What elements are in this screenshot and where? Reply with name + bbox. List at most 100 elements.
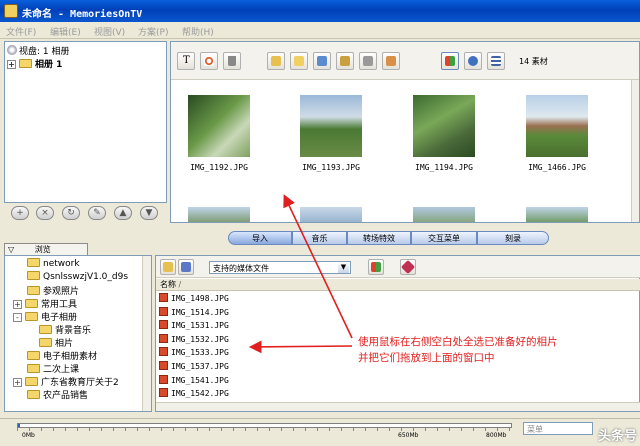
list-view-button[interactable]	[487, 52, 505, 70]
file-list-scrollbar[interactable]	[156, 402, 640, 411]
move-down-button[interactable]: ▼	[140, 206, 158, 220]
tab-menu[interactable]: 交互菜单	[411, 231, 477, 245]
expand-icon[interactable]: +	[13, 378, 22, 387]
menu-bar: 文件(F) 编辑(E) 视图(V) 方案(P) 帮助(H)	[0, 22, 640, 39]
wrench-button[interactable]	[359, 52, 377, 70]
details-icon	[400, 259, 416, 275]
media-scrollbar[interactable]	[631, 80, 639, 222]
folder-button[interactable]	[290, 52, 308, 70]
file-row[interactable]: IMG_1498.JPG	[156, 293, 229, 306]
tab-import[interactable]: 导入	[228, 231, 292, 245]
file-row[interactable]: IMG_1533.JPG	[156, 347, 229, 360]
thumbnail-image[interactable]	[413, 207, 475, 222]
thumbnail-image[interactable]	[526, 95, 588, 157]
folder-item[interactable]: 相片	[39, 336, 73, 349]
dropdown-arrow-icon[interactable]: ▼	[338, 262, 349, 273]
folder-icon	[39, 325, 52, 334]
thumbnail-image[interactable]	[188, 207, 250, 222]
folder-item[interactable]: - 电子相册	[13, 310, 78, 323]
clock-view-button[interactable]	[464, 52, 482, 70]
details-view-button[interactable]	[400, 259, 416, 275]
file-row[interactable]: IMG_1542.JPG	[156, 388, 229, 401]
item-count: 14 素材	[519, 57, 548, 66]
effect-button[interactable]	[200, 52, 218, 70]
edit-button[interactable]: ✎	[88, 206, 106, 220]
up-folder-button[interactable]	[160, 259, 176, 275]
file-type-filter[interactable]: 支持的媒体文件 ▼	[209, 261, 351, 274]
add-button[interactable]: +	[11, 206, 29, 220]
folder-label: network	[43, 259, 80, 269]
file-row[interactable]: IMG_1531.JPG	[156, 320, 229, 333]
thumbnail-image[interactable]	[300, 207, 362, 222]
thumbnail-view-button[interactable]	[368, 259, 384, 275]
menu-project[interactable]: 方案(P)	[138, 25, 168, 38]
dice-icon	[386, 56, 396, 66]
folder-item[interactable]: 电子相册素材	[27, 349, 97, 362]
tab-transitions[interactable]: 转场特效	[347, 231, 411, 245]
media-area[interactable]: T 14 素材 IMG_1192.JPG IMG_1193.JPG IMG_11…	[170, 41, 640, 223]
browser-tab[interactable]: ▽ 浏览	[4, 243, 88, 255]
disc-root[interactable]: 视盘: 1 相册	[7, 44, 69, 57]
folder-label: 常用工具	[41, 300, 78, 310]
folder-item[interactable]: QsnlsswzjV1.0_d9s	[27, 271, 128, 284]
text-button[interactable]: T	[177, 52, 195, 70]
file-row[interactable]: IMG_1532.JPG	[156, 333, 229, 347]
grid-view-button[interactable]	[441, 52, 459, 70]
album-item[interactable]: + 相册 1	[7, 57, 62, 70]
expand-icon[interactable]: +	[13, 300, 22, 309]
thumbnail-label: IMG_1194.JPG	[415, 163, 473, 172]
tab-burn[interactable]: 刻录	[477, 231, 549, 245]
folder-icon	[27, 286, 40, 295]
menu-view[interactable]: 视图(V)	[94, 25, 125, 38]
grid-view-icon	[371, 262, 381, 272]
folder-item[interactable]: 参观照片	[27, 284, 79, 297]
file-row[interactable]: IMG_1514.JPG	[156, 306, 229, 320]
tab-music[interactable]: 音乐	[292, 231, 347, 245]
thumbnail-image[interactable]	[300, 95, 362, 157]
folder-label: 背景音乐	[55, 326, 92, 336]
dice-button[interactable]	[382, 52, 400, 70]
list-view-icon	[491, 56, 501, 66]
folder-label: 电子相册	[41, 313, 78, 323]
move-up-button[interactable]: ▲	[114, 206, 132, 220]
thumbnail-image[interactable]	[413, 95, 475, 157]
watermark: 头条号	[598, 429, 638, 444]
folder-tree-panel: network QsnlsswzjV1.0_d9s 参观照片 + 常用工具 - 电子相册背景…	[4, 255, 152, 412]
file-name: IMG_1531.JPG	[171, 321, 229, 331]
refresh-folder-button[interactable]	[178, 259, 194, 275]
folder-label: 参观照片	[43, 287, 80, 297]
capacity-start: 0Mb	[22, 432, 35, 439]
folder-tree-scrollbar[interactable]	[142, 256, 151, 411]
folder-icon	[25, 377, 38, 386]
tools-button[interactable]	[336, 52, 354, 70]
capacity-800-label: 800Mb	[486, 432, 507, 439]
folder-icon	[25, 299, 38, 308]
folder-item[interactable]: 二次上课	[27, 362, 79, 375]
trash-button[interactable]	[223, 52, 241, 70]
folder-item[interactable]: 背景音乐	[39, 323, 91, 336]
thumbnail-image[interactable]	[188, 95, 250, 157]
menu-help[interactable]: 帮助(H)	[182, 25, 214, 38]
thumbnail-image[interactable]	[526, 207, 588, 222]
folder-icon	[39, 338, 52, 347]
folder-label: 电子相册素材	[43, 352, 98, 362]
folder-icon	[27, 364, 40, 373]
save-button[interactable]	[313, 52, 331, 70]
file-name: IMG_1542.JPG	[171, 389, 229, 399]
file-row[interactable]: IMG_1541.JPG	[156, 374, 229, 388]
folder-item[interactable]: + 广东省教育厅关于2	[13, 375, 119, 388]
delete-button[interactable]: ×	[36, 206, 54, 220]
expand-icon[interactable]: +	[7, 60, 16, 69]
folder-label: QsnlsswzjV1.0_d9s	[43, 272, 129, 282]
menu-file[interactable]: 文件(F)	[6, 25, 36, 38]
name-column-header[interactable]: 名称 /	[156, 279, 640, 291]
output-mode-select[interactable]: 菜单	[523, 422, 593, 435]
folder-item[interactable]: network	[27, 258, 80, 271]
menu-edit[interactable]: 编辑(E)	[50, 25, 81, 38]
refresh-button[interactable]: ↻	[62, 206, 80, 220]
file-row[interactable]: IMG_1537.JPG	[156, 361, 229, 374]
expand-icon[interactable]: -	[13, 313, 22, 322]
folder-item[interactable]: + 常用工具	[13, 297, 78, 310]
import-button[interactable]	[267, 52, 285, 70]
folder-item[interactable]: 农产品销售	[27, 388, 88, 401]
